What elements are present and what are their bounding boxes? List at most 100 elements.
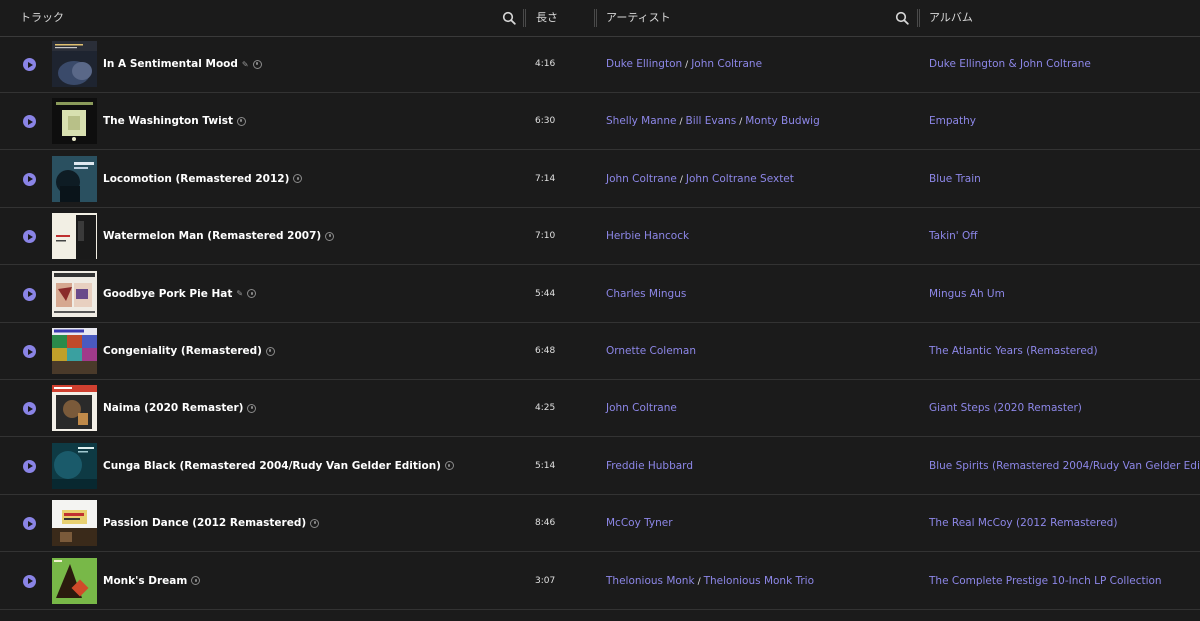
album-art[interactable]	[52, 328, 97, 374]
artist-link[interactable]: John Coltrane Sextet	[686, 173, 794, 185]
table-row[interactable]: Cunga Black (Remastered 2004/Rudy Van Ge…	[0, 438, 1200, 495]
column-resize-handle[interactable]	[594, 9, 597, 27]
play-icon[interactable]	[23, 574, 36, 588]
album-link[interactable]: The Real McCoy (2012 Remastered)	[929, 495, 1117, 551]
column-header-length[interactable]: 長さ	[536, 0, 558, 36]
track-title[interactable]: Monk's Dream	[103, 575, 187, 587]
album-art[interactable]	[52, 500, 97, 547]
artist-link[interactable]: Monty Budwig	[745, 115, 820, 127]
play-icon[interactable]	[23, 345, 36, 358]
track-length: 6:30	[535, 116, 556, 127]
play-icon[interactable]	[23, 402, 36, 416]
lyrics-icon[interactable]	[310, 518, 320, 528]
artist-link[interactable]: Thelonious Monk Trio	[704, 575, 814, 587]
artist-link[interactable]: Freddie Hubbard	[606, 460, 693, 472]
artist-separator: /	[679, 117, 683, 128]
artist-link[interactable]: McCoy Tyner	[606, 517, 673, 529]
lyrics-icon[interactable]	[247, 289, 257, 299]
artist-link[interactable]: Charles Mingus	[606, 288, 686, 300]
album-art[interactable]	[52, 155, 97, 202]
pin-icon: ✎	[241, 59, 249, 69]
column-resize-handle[interactable]	[523, 9, 526, 27]
track-title[interactable]: Cunga Black (Remastered 2004/Rudy Van Ge…	[103, 460, 441, 472]
table-row[interactable]: Naima (2020 Remaster) 4:25 John Coltrane Gi…	[0, 380, 1200, 438]
artist-link[interactable]: Bill Evans	[685, 115, 736, 127]
track-title-cell: In A Sentimental Mood ✎	[103, 36, 262, 92]
album-art[interactable]	[52, 557, 97, 604]
album-link[interactable]: Empathy	[929, 93, 976, 149]
artist-link[interactable]: Duke Ellington	[606, 58, 682, 70]
table-row[interactable]: Congeniality (Remastered) 6:48 Ornette Col…	[0, 323, 1200, 380]
album-link[interactable]: Takin' Off	[929, 208, 978, 264]
search-icon[interactable]	[895, 11, 909, 25]
album-link[interactable]: Duke Ellington & John Coltrane	[929, 36, 1091, 92]
play-icon[interactable]	[23, 287, 36, 301]
table-row[interactable]: Goodbye Pork Pie Hat ✎ 5:44 Charles Mingus M…	[0, 266, 1200, 323]
artist-link[interactable]: John Coltrane	[606, 173, 677, 185]
table-row[interactable]: Locomotion (Remastered 2012) 7:14 John Col…	[0, 151, 1200, 208]
album-art[interactable]	[52, 385, 97, 432]
lyrics-icon[interactable]	[191, 576, 201, 586]
play-icon[interactable]	[23, 230, 36, 244]
lyrics-icon[interactable]	[444, 461, 454, 471]
column-header-track[interactable]: トラック	[20, 0, 64, 36]
play-icon[interactable]	[23, 172, 36, 186]
table-row[interactable]: Watermelon Man (Remastered 2007) 7:10 Herb…	[0, 208, 1200, 266]
album-link[interactable]: The Complete Prestige 10-Inch LP Collect…	[929, 553, 1162, 609]
lyrics-icon[interactable]	[236, 116, 246, 126]
table-row[interactable]: The Washington Twist 6:30 Shelly Manne / Bil…	[0, 93, 1200, 151]
lyrics-icon[interactable]	[293, 174, 303, 184]
play-icon[interactable]	[23, 115, 36, 129]
artist-link[interactable]: John Coltrane	[691, 58, 762, 70]
track-title[interactable]: Passion Dance (2012 Remastered)	[103, 517, 306, 529]
play-icon[interactable]	[23, 58, 36, 71]
table-row[interactable]: Monk's Dream 3:07 Thelonious Monk / Thelonio…	[0, 553, 1200, 610]
artist-separator: /	[739, 117, 743, 128]
pin-icon: ✎	[236, 289, 244, 299]
artist-cell: John Coltrane / John Coltrane Sextet	[606, 151, 794, 207]
track-title[interactable]: Congeniality (Remastered)	[103, 345, 262, 357]
search-icon[interactable]	[502, 11, 516, 25]
lyrics-icon[interactable]	[252, 59, 262, 69]
artist-link[interactable]: John Coltrane	[606, 402, 677, 414]
table-row[interactable]: Passion Dance (2012 Remastered) 8:46 McCoy…	[0, 495, 1200, 553]
artist-cell: Thelonious Monk / Thelonious Monk Trio	[606, 553, 814, 609]
album-art[interactable]	[52, 442, 97, 489]
track-title[interactable]: Watermelon Man (Remastered 2007)	[103, 230, 321, 242]
album-link[interactable]: Mingus Ah Um	[929, 266, 1005, 322]
play-icon[interactable]	[23, 517, 36, 531]
album-link[interactable]: Giant Steps (2020 Remaster)	[929, 380, 1082, 436]
track-title-cell: Passion Dance (2012 Remastered)	[103, 495, 320, 551]
track-title[interactable]: Locomotion (Remastered 2012)	[103, 173, 289, 185]
track-title-cell: Naima (2020 Remaster)	[103, 380, 257, 436]
lyrics-icon[interactable]	[265, 346, 275, 356]
track-title[interactable]: Naima (2020 Remaster)	[103, 402, 243, 414]
album-art[interactable]	[52, 41, 97, 87]
track-title[interactable]: Goodbye Pork Pie Hat	[103, 288, 232, 300]
lyrics-icon[interactable]	[325, 231, 335, 241]
column-header-album[interactable]: アルバム	[929, 0, 973, 36]
track-length: 4:16	[535, 59, 556, 69]
track-title-cell: Watermelon Man (Remastered 2007)	[103, 208, 335, 264]
play-icon[interactable]	[23, 459, 36, 473]
table-row[interactable]: In A Sentimental Mood ✎ 4:16 Duke Ellington…	[0, 36, 1200, 93]
track-title[interactable]: In A Sentimental Mood	[103, 58, 238, 70]
album-art[interactable]	[52, 98, 97, 145]
track-title[interactable]: The Washington Twist	[103, 115, 233, 127]
lyrics-icon[interactable]	[247, 403, 257, 413]
track-title-cell: Locomotion (Remastered 2012)	[103, 151, 303, 207]
album-link[interactable]: Blue Spirits (Remastered 2004/Rudy Van G…	[929, 438, 1200, 494]
album-art[interactable]	[52, 270, 97, 317]
artist-separator: /	[685, 60, 689, 70]
column-resize-handle[interactable]	[917, 9, 920, 27]
album-art[interactable]	[52, 213, 97, 260]
artist-cell: McCoy Tyner	[606, 495, 673, 551]
album-link[interactable]: Blue Train	[929, 151, 981, 207]
artist-link[interactable]: Herbie Hancock	[606, 230, 689, 242]
artist-link[interactable]: Thelonious Monk	[606, 575, 695, 587]
album-link[interactable]: The Atlantic Years (Remastered)	[929, 323, 1098, 379]
artist-link[interactable]: Shelly Manne	[606, 115, 676, 127]
track-length: 6:48	[535, 346, 556, 356]
artist-link[interactable]: Ornette Coleman	[606, 345, 696, 357]
column-header-artist[interactable]: アーティスト	[606, 0, 671, 36]
